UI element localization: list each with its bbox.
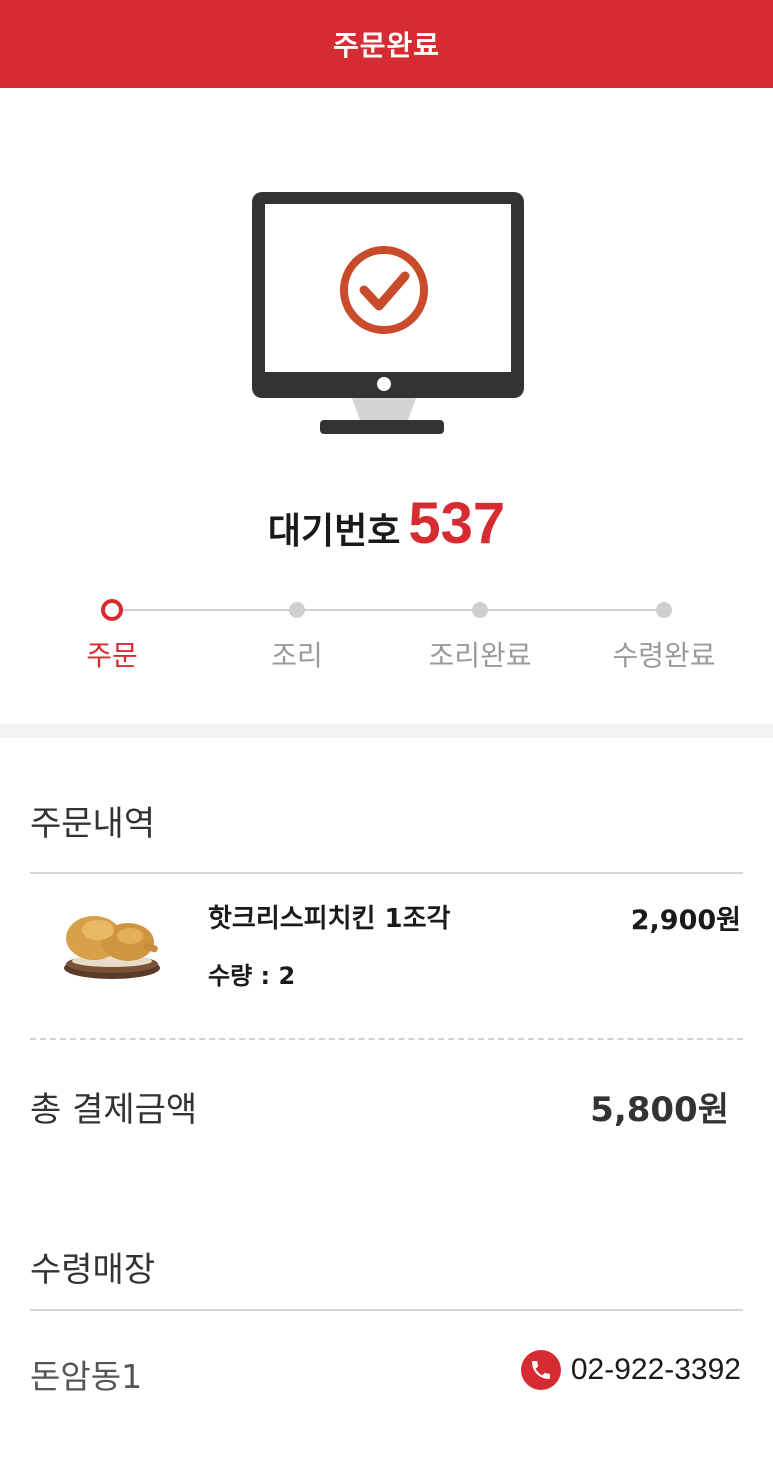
total-amount-value: 5,800원 [590, 1090, 729, 1130]
item-price: 2,900원 [630, 905, 741, 936]
item-name: 핫크리스피치킨 1조각 [208, 904, 451, 934]
store-phone-link[interactable]: 02-922-3392 [520, 1350, 741, 1390]
item-quantity: 수량 : 2 [208, 956, 295, 991]
item-quantity-label: 수량 : [208, 962, 279, 990]
order-progress: 주문 조리 조리완료 수령완료 [0, 596, 773, 686]
page-title: 주문완료 [332, 29, 441, 62]
store-name: 돈암동1 [30, 1357, 143, 1396]
waiting-number: 537 [408, 491, 506, 556]
phone-icon[interactable] [520, 1350, 561, 1390]
waiting-number-row: 대기번호 537 [0, 490, 773, 557]
step-label-cooked: 조리완료 [428, 639, 532, 672]
step-label-order: 주문 [86, 639, 138, 672]
section-divider [0, 724, 773, 738]
step-label-cooking: 조리 [271, 639, 323, 672]
progress-line [112, 609, 664, 611]
item-quantity-value: 2 [278, 962, 296, 990]
app-header: 주문완료 [0, 0, 773, 88]
pickup-store-title: 수령매장 [30, 1250, 156, 1290]
step-dot-order [101, 599, 123, 621]
dotted-divider [30, 1038, 743, 1040]
divider [30, 1309, 743, 1311]
phone-number[interactable]: 02-922-3392 [571, 1353, 741, 1387]
total-amount-label: 총 결제금액 [30, 1090, 198, 1130]
fried-chicken-image [64, 916, 160, 979]
waiting-label: 대기번호 [267, 511, 401, 552]
step-dot-received [656, 602, 672, 618]
order-complete-monitor-icon [252, 192, 524, 434]
step-label-received: 수령완료 [612, 639, 716, 672]
step-dot-cooked [472, 602, 488, 618]
order-history-title: 주문내역 [30, 804, 156, 844]
divider [30, 872, 743, 874]
step-dot-cooking [289, 602, 305, 618]
